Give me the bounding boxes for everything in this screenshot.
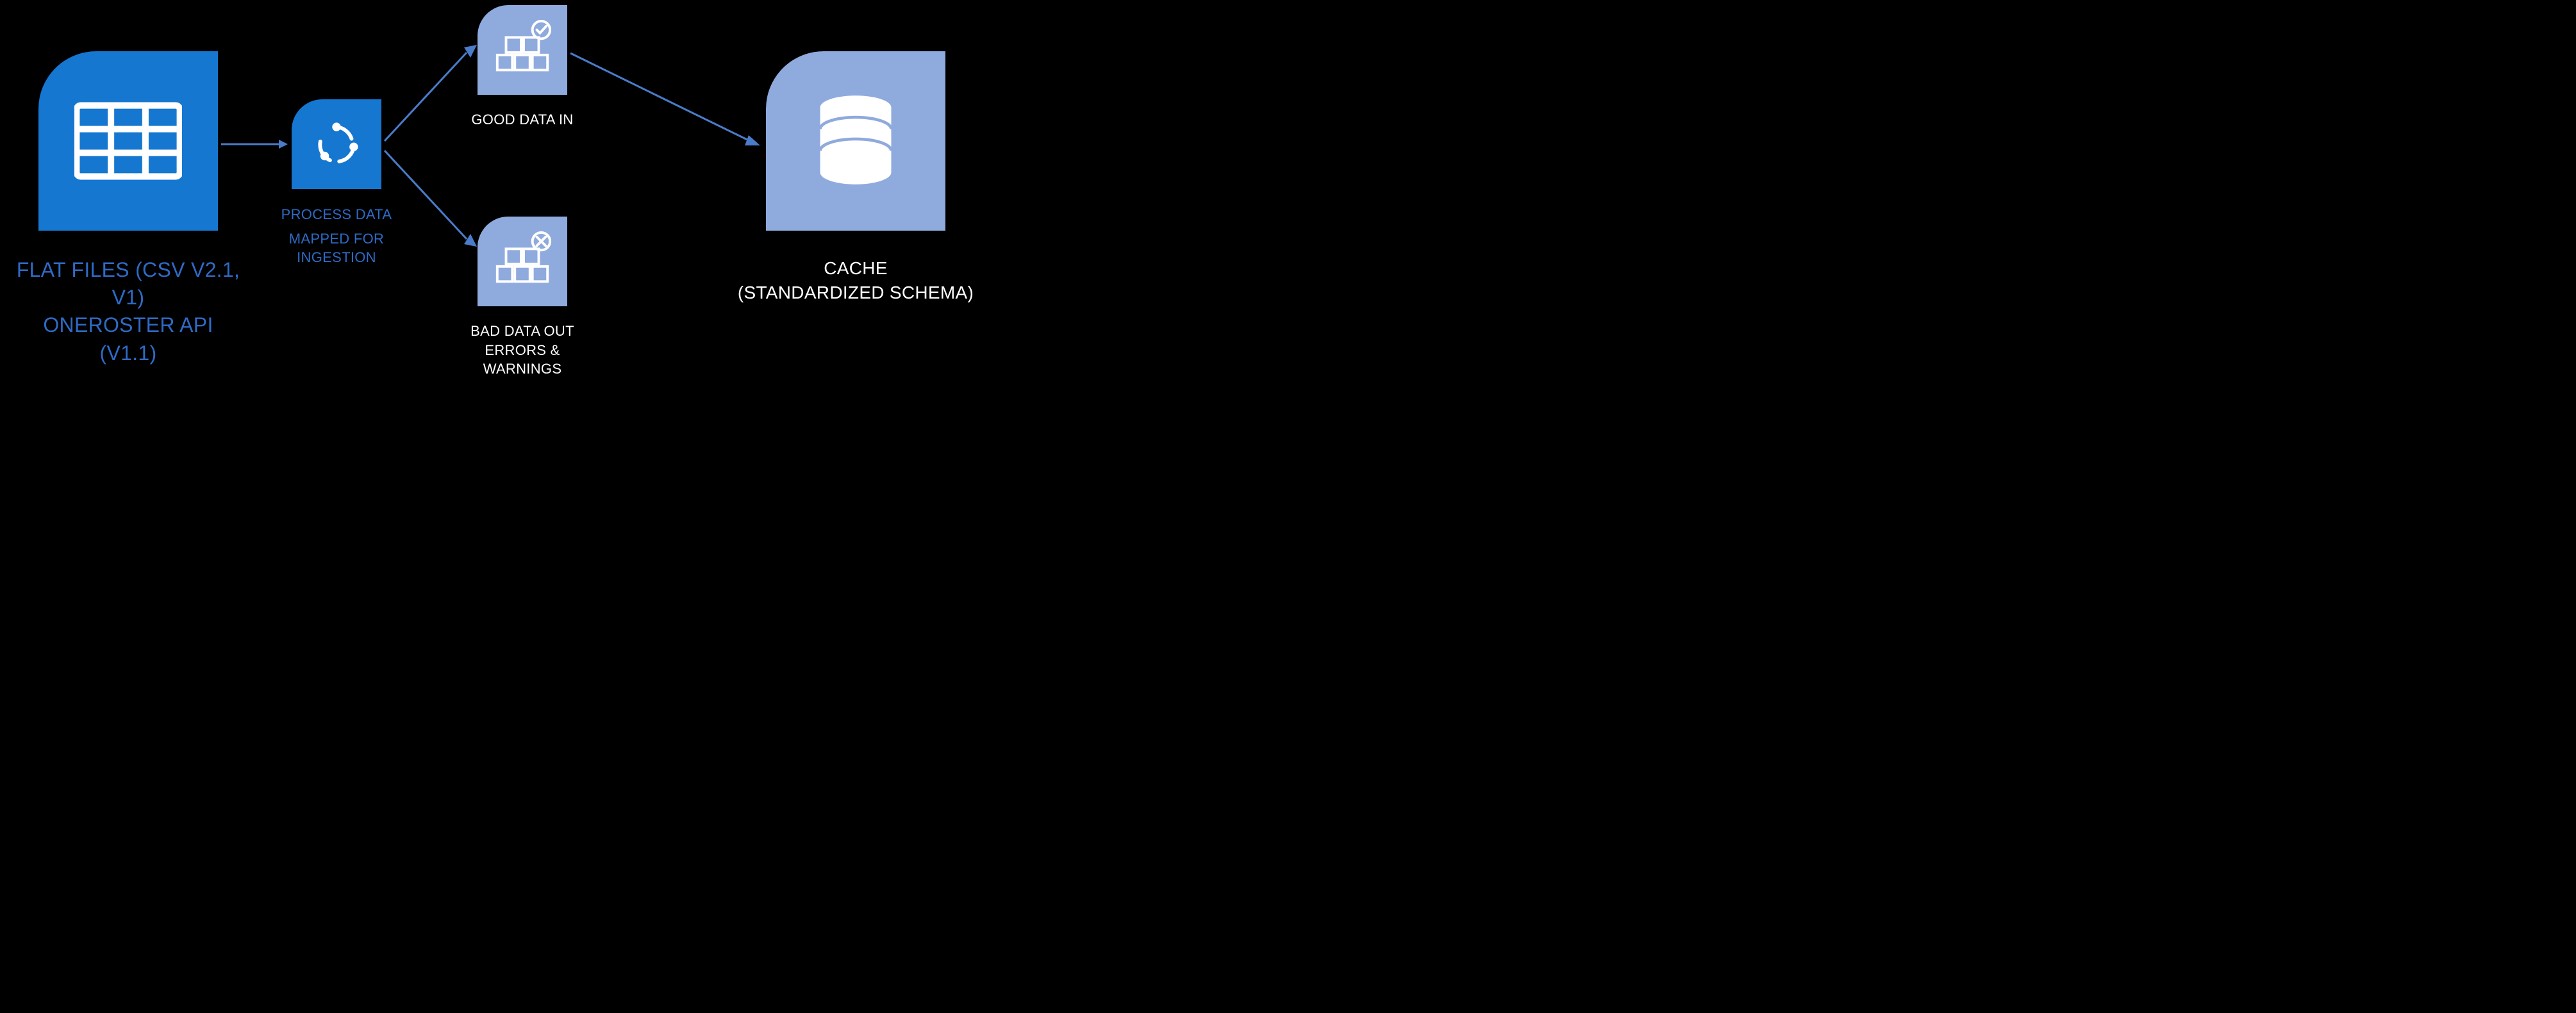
- cache-caption: CACHE (STANDARDIZED SCHEMA): [718, 256, 993, 305]
- process-caption-line1: PROCESS DATA: [276, 205, 397, 224]
- bad-data-node: [478, 217, 567, 306]
- boxes-x-icon: [491, 230, 554, 293]
- good-data-label: GOOD DATA IN: [471, 111, 573, 128]
- boxes-check-icon: [491, 19, 554, 81]
- source-caption-line2: ONEROSTER API (V1.1): [13, 311, 244, 366]
- good-data-node: [478, 5, 567, 95]
- cache-node: [766, 51, 945, 231]
- bad-data-caption-line2: ERRORS & WARNINGS: [449, 341, 596, 379]
- bad-data-caption-line1: BAD DATA OUT: [449, 322, 596, 341]
- cache-caption-line2: (STANDARDIZED SCHEMA): [718, 281, 993, 305]
- cycle-icon: [310, 117, 363, 171]
- process-caption-line2: MAPPED FOR: [276, 229, 397, 249]
- process-node: [292, 99, 381, 189]
- source-node: [38, 51, 218, 231]
- arrow-process-to-bad: [385, 144, 481, 250]
- arrow-process-to-good: [385, 45, 481, 151]
- table-icon: [74, 87, 182, 195]
- source-caption-line1: FLAT FILES (CSV V2.1, V1): [13, 256, 244, 311]
- arrow-source-to-process: [221, 138, 288, 151]
- bad-data-caption: BAD DATA OUT ERRORS & WARNINGS: [449, 322, 596, 379]
- cache-caption-line1: CACHE: [718, 256, 993, 281]
- source-caption: FLAT FILES (CSV V2.1, V1) ONEROSTER API …: [13, 256, 244, 367]
- arrow-good-to-cache: [570, 48, 763, 151]
- database-icon: [806, 92, 905, 190]
- process-caption-line3: INGESTION: [276, 248, 397, 267]
- diagram-canvas: FLAT FILES (CSV V2.1, V1) ONEROSTER API …: [0, 0, 1006, 396]
- process-caption: PROCESS DATA MAPPED FOR INGESTION: [276, 205, 397, 267]
